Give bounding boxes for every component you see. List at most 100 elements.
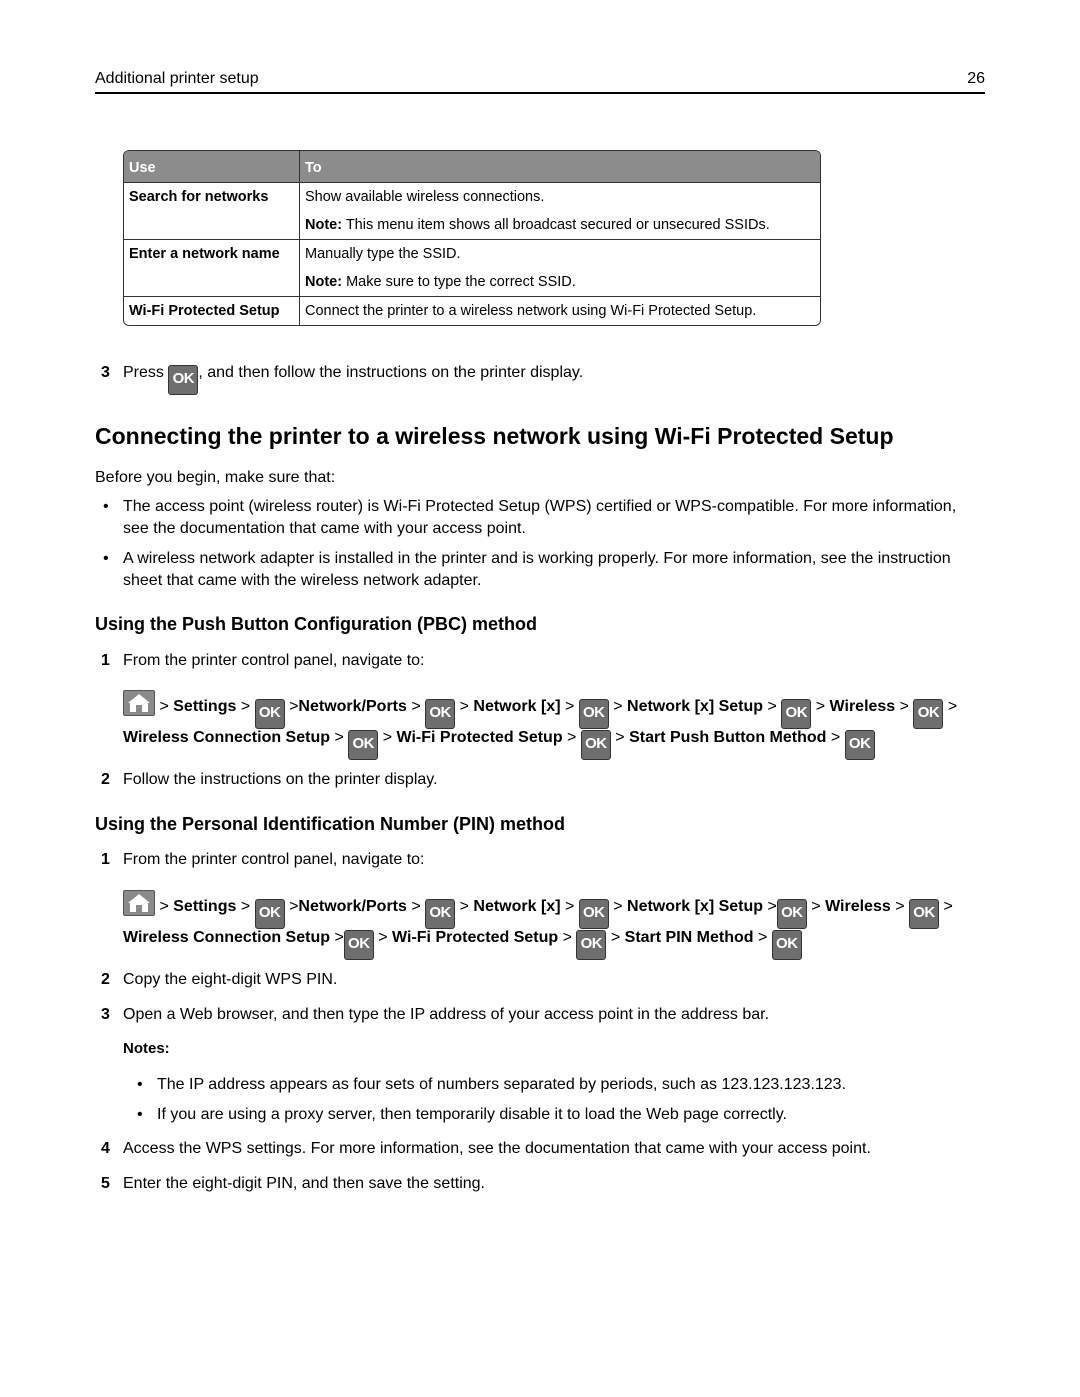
step-number: 1 [101,851,110,868]
page-header: Additional printer setup 26 [95,68,985,94]
step-number: 1 [101,652,110,669]
cell-note: Note: This menu item shows all broadcast… [305,215,815,235]
ok-button-icon: OK [913,699,944,729]
ok-button-icon: OK [254,899,285,929]
separator: > [378,929,388,946]
pin-navigation-path-line-2: Wireless Connection Setup > OK > Wi-Fi Pr… [123,929,802,960]
step-number: 2 [101,771,110,788]
separator: > [767,698,777,715]
section-title: Additional printer setup [95,70,259,87]
separator: > [334,929,344,946]
home-icon [123,890,155,916]
step-3-press-ok: 3 Press OK, and then follow the instructi… [101,362,583,395]
pbc-navigation-path-line-2: Wireless Connection Setup > OK > Wi-Fi P… [123,729,875,760]
separator: > [411,898,421,915]
ok-button-icon: OK [909,899,939,929]
pbc-navigation-path-line-1: > Settings > OK >Network/Ports > OK > Ne… [123,690,957,729]
pin-step-2: 2 Copy the eight-digit WPS PIN. [101,969,337,991]
menu-path-item: Wi-Fi Protected Setup [396,729,563,746]
ok-button-icon: OK [844,730,875,760]
separator: > [613,698,623,715]
pin-step-5: 5 Enter the eight-digit PIN, and then sav… [101,1173,485,1195]
pbc-heading: Using the Push Button Configuration (PBC… [95,614,537,634]
separator: > [459,698,469,715]
separator: > [895,898,905,915]
step-text-after: , and then follow the instructions on th… [198,364,584,381]
separator: > [159,898,169,915]
notes-label: Notes: [123,1040,170,1057]
separator: > [240,698,251,715]
bullet-icon: • [137,1076,143,1093]
bullet-text: A wireless network adapter is installed … [123,550,951,589]
separator: > [562,929,572,946]
menu-path-item: Start PIN Method [624,929,754,946]
note-label: Note: [305,274,343,290]
ok-button-icon: OK [776,899,807,929]
ok-button-icon: OK [578,899,609,929]
menu-path-item: Wireless [825,898,891,915]
column-header-to: To [300,151,820,183]
menu-path-item: Network [x] Setup [627,898,764,915]
note-text: Make sure to type the correct SSID. [342,274,576,290]
cell-text: Show available wireless connections. [305,189,545,205]
menu-path-item: Network [x] [473,898,561,915]
menu-path-item: Network [x] [473,698,561,715]
menu-path-item: Wireless Connection Setup [123,929,330,946]
pbc-step-2: 2 Follow the instructions on the printer … [101,769,438,791]
separator: > [947,698,958,715]
home-icon [123,690,155,716]
table-cell-to: Manually type the SSID. Note: Make sure … [300,240,820,297]
bullet-icon: • [137,1106,143,1123]
menu-path-item: Start Push Button Method [629,729,827,746]
table-row: Wi-Fi Protected Setup Connect the printe… [124,297,820,325]
cell-note: Note: Make sure to type the correct SSID… [305,272,815,292]
separator: > [564,698,575,715]
separator: > [613,898,623,915]
column-header-use: Use [124,151,300,183]
step-number: 3 [101,1006,110,1023]
pin-heading: Using the Personal Identification Number… [95,814,566,834]
section-heading: Connecting the printer to a wireless net… [95,423,894,449]
table-cell-to: Show available wireless connections. Not… [300,183,820,240]
table-row: Search for networks Show available wirel… [124,183,820,240]
menu-path-item: Wi-Fi Protected Setup [392,929,559,946]
separator: > [334,729,344,746]
separator: > [411,698,421,715]
menu-path-item: Wireless [829,698,896,715]
separator: > [382,729,393,746]
note-text: This menu item shows all broadcast secur… [342,217,770,233]
separator: > [159,698,169,715]
separator: > [815,698,826,715]
step-text: Follow the instructions on the printer d… [123,771,438,788]
cell-text: Connect the printer to a wireless networ… [305,303,757,319]
list-item: • The IP address appears as four sets of … [137,1074,846,1096]
bullet-icon: • [103,550,109,567]
separator: > [240,898,251,915]
table-cell-use: Enter a network name [124,240,300,297]
step-text: Open a Web browser, and then type the IP… [123,1006,770,1023]
step-text: From the printer control panel, navigate… [123,652,425,669]
cell-text: Manually type the SSID. [305,246,461,262]
list-item: • If you are using a proxy server, then t… [137,1104,787,1126]
step-text: Enter the eight-digit PIN, and then save… [123,1175,485,1192]
separator: > [615,729,625,746]
ok-button-icon: OK [781,699,812,729]
step-text: Copy the eight-digit WPS PIN. [123,971,338,988]
table-cell-to: Connect the printer to a wireless networ… [300,297,820,325]
ok-button-icon: OK [254,699,285,729]
table-header-row: Use To [124,151,820,183]
ok-button-icon: OK [343,930,374,960]
menu-path-item: Settings [173,698,237,715]
menu-path-item: Network/Ports [298,898,407,915]
step-number: 5 [101,1175,110,1192]
separator: > [811,898,821,915]
table-cell-use: Wi-Fi Protected Setup [124,297,300,325]
separator: > [767,898,777,915]
bullet-text: The access point (wireless router) is Wi… [123,498,957,537]
pbc-step-1: 1 From the printer control panel, navigat… [101,650,425,672]
separator: > [567,729,577,746]
step-number: 4 [101,1140,110,1157]
ok-button-icon: OK [580,730,611,760]
table-row: Enter a network name Manually type the S… [124,240,820,297]
note-text: If you are using a proxy server, then te… [157,1106,787,1123]
